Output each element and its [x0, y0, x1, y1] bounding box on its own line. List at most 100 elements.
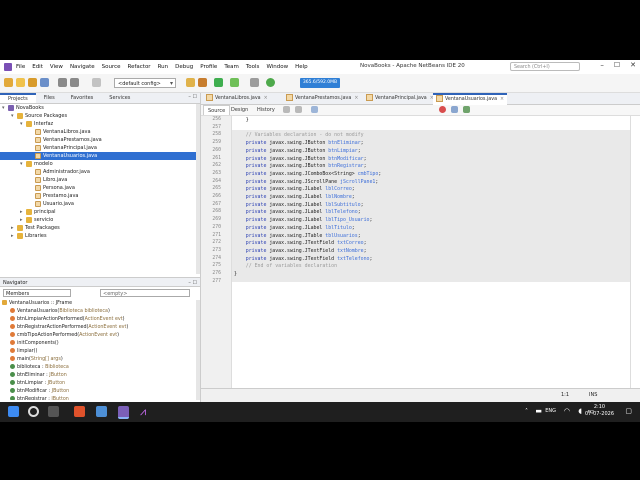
tree-item[interactable]: ▾ modelo — [20, 160, 53, 168]
build-icon[interactable] — [186, 78, 195, 87]
filter-select[interactable]: <empty> — [100, 289, 190, 297]
code-editor[interactable]: 256 257 258 259 260 261 262 263 264 265 266 267 268 2… — [201, 116, 631, 396]
config-select[interactable]: <default config> — [114, 78, 176, 89]
navigator-member[interactable]: btnRegistrarActionPerformed(ActionEvent … — [10, 324, 128, 332]
comment-icon[interactable] — [463, 106, 470, 113]
navigator-member[interactable]: cmbTipoActionPerformed(ActionEvent evt) — [10, 332, 119, 340]
undo-icon[interactable] — [58, 78, 67, 87]
navigator-root[interactable]: VentanaUsuarios :: JFrame — [2, 300, 72, 308]
navigator-member[interactable]: btnLimpiarActionPerformed(ActionEvent ev… — [10, 316, 125, 324]
tree-item[interactable]: ▸ principal — [20, 208, 56, 216]
find-icon[interactable] — [311, 106, 318, 113]
menu-item-refactor[interactable]: Refactor — [128, 64, 151, 70]
menu-item-tools[interactable]: Tools — [246, 64, 260, 70]
search-icon[interactable] — [28, 406, 39, 417]
tab-services[interactable]: Services — [101, 93, 138, 103]
tree-item[interactable]: Administrador.java — [29, 168, 90, 176]
macro-icon[interactable] — [451, 106, 458, 113]
navigator-controls[interactable]: – ☐ — [188, 278, 197, 288]
menu-item-team[interactable]: Team — [224, 64, 239, 70]
menu-item-source[interactable]: Source — [102, 64, 121, 70]
notification-icon[interactable]: ▢ — [625, 407, 632, 415]
tree-item[interactable]: Usuario.java — [29, 200, 74, 208]
members-select[interactable]: Members — [3, 289, 71, 297]
tree-item[interactable]: ▾ Source Packages — [11, 112, 67, 120]
view-history-tab[interactable]: History — [253, 105, 279, 115]
new-file-icon[interactable] — [16, 78, 25, 87]
tray-chevron-icon[interactable]: ˄ — [525, 408, 528, 415]
maximize-button[interactable]: ☐ — [614, 61, 620, 69]
navigator-member[interactable]: limpiar() — [10, 348, 37, 356]
forward-icon[interactable] — [295, 106, 302, 113]
editor-tab[interactable]: VentanaLibros.java × — [203, 93, 271, 104]
menu-item-help[interactable]: Help — [295, 64, 308, 70]
menu-item-run[interactable]: Run — [158, 64, 169, 70]
close-tab-icon[interactable]: × — [354, 96, 358, 101]
close-button[interactable]: ✕ — [630, 61, 636, 69]
navigator-member[interactable]: btnEliminar : JButton — [10, 372, 67, 380]
tree-item[interactable]: ▸ servicio — [20, 216, 53, 224]
tree-item[interactable]: VentanaLibros.java — [29, 128, 91, 136]
navigator-member[interactable]: initComponents() — [10, 340, 59, 348]
menu-item-file[interactable]: File — [16, 64, 25, 70]
navigator-member[interactable]: biblioteca : Biblioteca — [10, 364, 69, 372]
navigator-member[interactable]: VentanaUsuarios(Biblioteca biblioteca) — [10, 308, 110, 316]
language-indicator[interactable]: ENG — [545, 408, 556, 414]
brave-browser-icon[interactable] — [74, 406, 85, 417]
tab-projects[interactable]: Projects — [0, 93, 36, 103]
menu-item-debug[interactable]: Debug — [175, 64, 193, 70]
memory-indicator[interactable]: 365.6/592.0MB — [300, 78, 340, 88]
open-project-icon[interactable] — [28, 78, 37, 87]
editor-tab[interactable]: VentanaPrestamos.java × — [283, 93, 361, 104]
panel-controls[interactable]: – ☐ — [188, 94, 197, 100]
tab-files[interactable]: Files — [36, 93, 63, 103]
navigator-member[interactable]: btnModificar : JButton — [10, 388, 69, 396]
clock[interactable]: 2:10 07-07-2026 — [585, 404, 614, 418]
network-icon[interactable]: ▬ — [535, 407, 542, 415]
tree-item[interactable]: VentanaPrincipal.java — [29, 144, 97, 152]
navigator-member[interactable]: btnRegistrar : JButton — [10, 396, 69, 400]
app-icon[interactable]: ⩘ — [140, 406, 151, 417]
close-tab-icon[interactable]: × — [264, 96, 268, 101]
new-project-icon[interactable] — [4, 78, 13, 87]
tree-item[interactable]: VentanaPrestamos.java — [29, 136, 102, 144]
menu-item-profile[interactable]: Profile — [200, 64, 217, 70]
minimize-button[interactable]: – — [600, 61, 604, 69]
tree-item[interactable]: Prestamo.java — [29, 192, 79, 200]
navigator-scrollbar[interactable] — [196, 300, 200, 400]
save-all-icon[interactable] — [40, 78, 49, 87]
profile-icon[interactable] — [250, 78, 259, 87]
cut-icon[interactable] — [92, 78, 101, 87]
redo-icon[interactable] — [70, 78, 79, 87]
run-icon[interactable] — [214, 78, 223, 87]
wifi-icon[interactable]: ◠ — [564, 407, 570, 415]
tree-item[interactable]: ▾ NovaBooks — [2, 104, 44, 112]
windows-start-icon[interactable] — [8, 406, 19, 417]
netbeans-task-icon[interactable] — [118, 406, 129, 419]
tree-scrollbar[interactable] — [196, 104, 200, 274]
menu-item-window[interactable]: Window — [266, 64, 288, 70]
view-design-tab[interactable]: Design — [227, 105, 252, 115]
tab-favorites[interactable]: Favorites — [63, 93, 102, 103]
menu-item-view[interactable]: View — [50, 64, 63, 70]
toggle-breakpoint-icon[interactable] — [439, 106, 446, 113]
tree-item[interactable]: ▸ Test Packages — [11, 224, 60, 232]
photos-icon[interactable] — [96, 406, 107, 417]
editor-scrollbar[interactable] — [630, 116, 631, 396]
volume-icon[interactable]: ◖ — [578, 407, 582, 415]
tree-item[interactable]: VentanaUsuarios.java — [0, 152, 198, 160]
attach-debugger-icon[interactable] — [266, 78, 275, 87]
tree-item[interactable]: Libro.java — [29, 176, 67, 184]
tree-item[interactable]: ▾ Interfaz — [20, 120, 53, 128]
debug-icon[interactable] — [230, 78, 239, 87]
tree-item[interactable]: Persona.java — [29, 184, 75, 192]
navigator-member[interactable]: btnLimpiar : JButton — [10, 380, 65, 388]
clean-build-icon[interactable] — [198, 78, 207, 87]
editor-tab[interactable]: VentanaPrincipal.java × — [363, 93, 437, 104]
tree-item[interactable]: ▸ Libraries — [11, 232, 47, 240]
close-tab-icon[interactable]: × — [500, 97, 504, 102]
search-input[interactable]: Search (Ctrl+I) — [510, 62, 580, 71]
task-view-icon[interactable] — [48, 406, 59, 417]
menu-item-edit[interactable]: Edit — [32, 64, 43, 70]
menu-item-navigate[interactable]: Navigate — [70, 64, 95, 70]
